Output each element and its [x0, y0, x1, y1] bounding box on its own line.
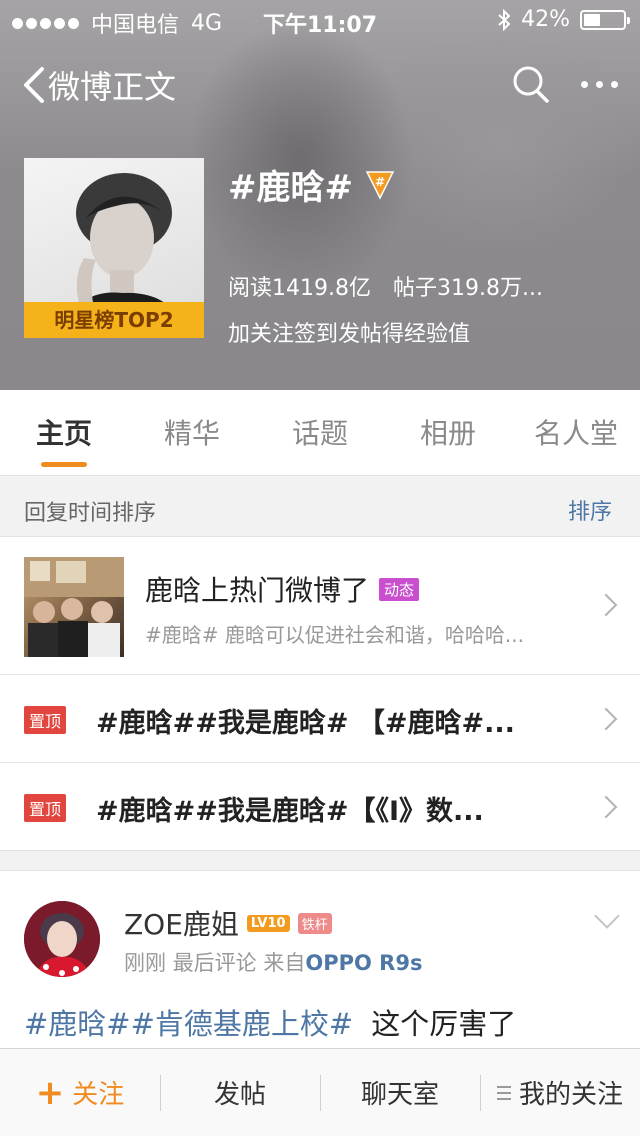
source-prefix: 来自	[263, 951, 306, 975]
back-label: 微博正文	[48, 68, 177, 106]
feature-thumbnail	[24, 557, 124, 657]
status-right: 42%	[497, 7, 630, 32]
post-text: #鹿晗##肯德基鹿上校# 这个厉害了	[24, 1001, 516, 1043]
chat-room-button[interactable]: 聊天室	[320, 1049, 480, 1136]
cover-rank-badge: 明星榜TOP2	[24, 302, 204, 338]
chevron-right-icon	[594, 795, 618, 819]
post-meta-label: 最后评论	[172, 951, 257, 975]
chevron-down-icon[interactable]	[594, 903, 620, 929]
feature-item[interactable]: 鹿晗上热门微博了 动态 #鹿晗# 鹿晗可以促进社会和谐，哈哈哈...	[0, 537, 640, 675]
nav-actions	[511, 62, 618, 106]
pinned-item[interactable]: 置顶 #鹿晗##我是鹿晗#【《I》数...	[0, 763, 640, 851]
tab-topics[interactable]: 话题	[256, 390, 384, 475]
post-label: 发帖	[213, 1080, 266, 1110]
pinned-badge: 置顶	[24, 794, 67, 822]
post-source: OPPO R9s	[305, 951, 423, 975]
post-meta: 刚刚 最后评论 来自OPPO R9s	[124, 947, 422, 977]
sort-bar: 回复时间排序 排序	[0, 477, 640, 537]
sort-label: 回复时间排序	[24, 501, 157, 526]
post-card[interactable]: ZOE鹿姐 LV10 铁杆 刚刚 最后评论 来自OPPO R9s #鹿晗##肯德…	[0, 870, 640, 1050]
feature-subtitle: #鹿晗# 鹿晗可以促进社会和谐，哈哈哈...	[145, 623, 524, 647]
more-icon[interactable]	[581, 62, 618, 106]
tab-hall-of-fame[interactable]: 名人堂	[512, 390, 640, 475]
tab-bar: 主页 精华 话题 相册 名人堂	[0, 390, 640, 476]
topic-stats: 阅读1419.8亿 帖子319.8万...	[228, 270, 565, 302]
topic-hint: 加关注签到发帖得经验值	[228, 322, 471, 347]
user-name[interactable]: ZOE鹿姐 LV10 铁杆	[124, 903, 332, 943]
fan-badge: 铁杆	[297, 912, 332, 934]
follow-label: 关注	[72, 1080, 125, 1110]
dynamic-tag: 动态	[379, 577, 420, 601]
user-name-text: ZOE鹿姐	[124, 908, 239, 941]
post-time: 刚刚	[124, 951, 166, 975]
svg-text:#: #	[375, 175, 385, 189]
post-hashtags[interactable]: #鹿晗##肯德基鹿上校#	[24, 1007, 353, 1041]
follow-button[interactable]: + 关注	[0, 1049, 160, 1136]
topic-hash-badge-icon: #	[365, 170, 395, 200]
plus-icon: +	[35, 1072, 65, 1113]
status-bar: 中国电信 4G 下午11:07 42%	[0, 0, 640, 40]
post-button[interactable]: 发帖	[160, 1049, 320, 1136]
pinned-badge: 置顶	[24, 706, 67, 734]
bottom-bar: + 关注 发帖 聊天室 我的关注	[0, 1048, 640, 1136]
avatar-image	[24, 901, 100, 977]
post-body: 这个厉害了	[371, 1007, 517, 1041]
post-count: 帖子319.8万...	[392, 276, 543, 301]
sort-button[interactable]: 排序	[568, 494, 612, 526]
bluetooth-icon	[498, 8, 511, 31]
battery-percent: 42%	[521, 7, 570, 32]
pinned-text: #鹿晗##我是鹿晗#【《I》数...	[96, 796, 484, 827]
tab-album[interactable]: 相册	[384, 390, 512, 475]
chat-room-label: 聊天室	[360, 1080, 439, 1110]
topic-title: #鹿晗# #	[228, 160, 397, 209]
topic-title-text: #鹿晗#	[228, 168, 353, 208]
feature-title: 鹿晗上热门微博了 动态	[145, 569, 420, 609]
topic-cover-image[interactable]: 明星榜TOP2	[24, 158, 204, 338]
back-chevron-icon	[24, 67, 44, 103]
menu-icon	[496, 1085, 511, 1100]
chevron-right-icon	[594, 707, 618, 731]
topic-header: 中国电信 4G 下午11:07 42% 微博正文 明星榜TOP2 #鹿晗# # …	[0, 0, 640, 390]
group-photo-image	[24, 557, 124, 657]
tab-essence[interactable]: 精华	[128, 390, 256, 475]
my-follow-button[interactable]: 我的关注	[480, 1049, 640, 1136]
feature-title-text: 鹿晗上热门微博了	[145, 574, 370, 607]
read-count: 阅读1419.8亿	[228, 276, 371, 301]
avatar[interactable]	[24, 901, 100, 977]
back-button[interactable]: 微博正文	[20, 62, 176, 108]
tab-home[interactable]: 主页	[0, 390, 128, 475]
battery-fill	[584, 13, 600, 26]
search-icon[interactable]	[511, 62, 551, 106]
battery-icon	[580, 9, 630, 30]
level-badge: LV10	[246, 914, 290, 932]
pinned-item[interactable]: 置顶 #鹿晗##我是鹿晗# 【#鹿晗#...	[0, 675, 640, 763]
nav-bar: 微博正文	[0, 56, 640, 112]
pinned-text: #鹿晗##我是鹿晗# 【#鹿晗#...	[96, 708, 515, 739]
chevron-right-icon	[594, 593, 618, 617]
my-follow-label: 我的关注	[518, 1080, 623, 1110]
